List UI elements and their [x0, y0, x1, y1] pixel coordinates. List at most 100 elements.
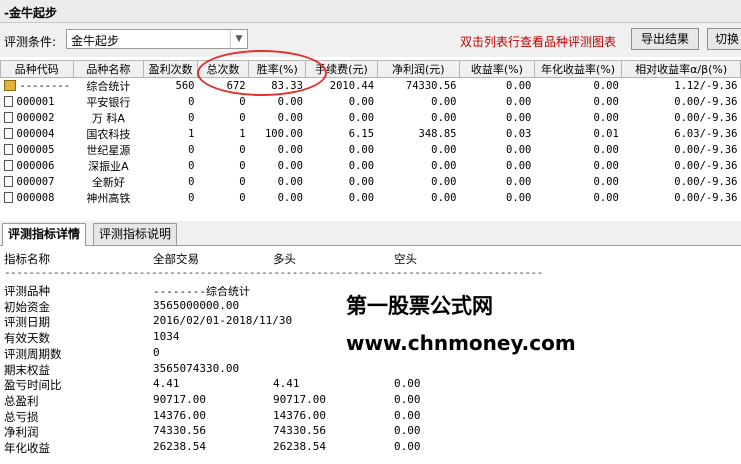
- table-row[interactable]: 000006 深振业A 0 0 0.00 0.00 0.00 0.00 0.00 0.00/-9.…: [1, 158, 741, 174]
- table-cell: 0.00: [506, 112, 532, 124]
- table-cell: 0.00: [277, 160, 303, 172]
- criteria-select-value: 金牛起步: [71, 34, 120, 48]
- column-header[interactable]: 净利润(元): [376, 60, 460, 78]
- criteria-select[interactable]: 金牛起步 ▼: [66, 29, 248, 49]
- table-cell: 100.00: [264, 128, 303, 140]
- table-cell: 2010.44: [329, 80, 375, 92]
- column-header[interactable]: 总次数: [196, 60, 250, 78]
- table-cell: 0.00: [593, 144, 619, 156]
- metric-name: 期末权益: [4, 362, 50, 377]
- table-cell: 0.01: [593, 128, 619, 140]
- table-cell: 0.00: [348, 96, 375, 108]
- table-cell: 0.00: [431, 160, 457, 172]
- metric-value: 74330.56: [153, 424, 206, 438]
- table-cell: 0: [239, 160, 246, 172]
- table-cell: 0.00/-9.36: [674, 96, 738, 108]
- document-icon: [3, 128, 13, 139]
- detail-header-name: 指标名称: [4, 252, 50, 266]
- table-cell: 000001: [1, 94, 74, 110]
- table-cell: 0: [239, 176, 246, 188]
- table-cell: 0.00: [431, 144, 457, 156]
- table-cell: 0.00: [506, 80, 532, 92]
- table-cell: 0.00: [431, 112, 457, 124]
- table-cell: 0.00: [348, 192, 375, 204]
- hint-text: 双击列表行查看品种评测图表: [460, 35, 617, 49]
- metric-name: 评测日期: [4, 315, 50, 330]
- table-cell: 0.00/-9.36: [674, 192, 738, 204]
- metric-value: 0.00: [394, 408, 421, 422]
- table-cell: 000005: [1, 142, 74, 158]
- table-row[interactable]: 000002 万 科A 0 0 0.00 0.00 0.00 0.00 0.00 0.00/-9.…: [1, 110, 741, 126]
- metric-value: 0.00: [394, 377, 421, 391]
- table-cell: 0.00: [431, 176, 457, 188]
- table-cell: 6.03/-9.36: [674, 128, 738, 140]
- tab-indicator-details[interactable]: 评测指标详情: [2, 223, 87, 246]
- table-cell: 0.00: [593, 112, 619, 124]
- switch-button[interactable]: 切换: [707, 28, 741, 50]
- table-row[interactable]: 000005 世纪星源 0 0 0.00 0.00 0.00 0.00 0.00 0.00/-9.…: [1, 142, 741, 158]
- table-row[interactable]: 000001 平安银行 0 0 0.00 0.00 0.00 0.00 0.00 0.00/-9.…: [1, 94, 741, 110]
- table-row[interactable]: 000007 全新好 0 0 0.00 0.00 0.00 0.00 0.00 0.00/-9.3…: [1, 174, 741, 190]
- chevron-down-icon[interactable]: ▼: [230, 30, 247, 48]
- metric-name: 评测品种: [4, 284, 50, 298]
- column-header[interactable]: 品种代码: [0, 60, 74, 78]
- table-row[interactable]: -------- 综合统计 560 672 83.33 2010.44 74330.56 0.…: [1, 78, 741, 95]
- document-icon: [3, 96, 13, 107]
- metric-value: 2016/02/01-2018/11/30: [153, 314, 293, 328]
- metric-value: 4.41: [153, 377, 180, 391]
- table-cell: 0.00: [348, 112, 375, 124]
- detail-header-all: 全部交易: [153, 252, 199, 266]
- table-cell: 0.00: [348, 160, 375, 172]
- column-header[interactable]: 胜率(%): [248, 60, 307, 78]
- export-button[interactable]: 导出结果: [631, 28, 699, 50]
- watermark-url: www.chnmoney.com: [346, 331, 576, 355]
- security-code: 000008: [16, 192, 55, 204]
- metric-value: 0.00: [394, 392, 421, 406]
- table-cell: 世纪星源: [86, 144, 131, 157]
- table-cell: 0: [188, 112, 195, 124]
- table-row[interactable]: 000004 国农科技 1 1 100.00 6.15 348.85 0.03 0.01 6.03…: [1, 126, 741, 142]
- table-cell: 0.00: [348, 144, 375, 156]
- document-icon: [3, 176, 13, 187]
- metric-value: 90717.00: [273, 392, 326, 406]
- detail-header-short: 空头: [394, 252, 417, 266]
- table-cell: 神州高铁: [86, 192, 131, 205]
- table-cell: 0: [188, 192, 195, 204]
- metric-name: 初始资金: [4, 299, 50, 314]
- table-cell: 6.15: [348, 128, 375, 140]
- table-cell: 672: [226, 80, 246, 92]
- column-header[interactable]: 品种名称: [72, 60, 145, 78]
- column-header[interactable]: 年化收益率(%): [533, 60, 623, 78]
- table-cell: 0: [188, 96, 195, 108]
- criteria-label: 评测条件:: [4, 35, 57, 49]
- table-cell: 0.00: [593, 80, 619, 92]
- table-cell: 0.00: [593, 160, 619, 172]
- column-header[interactable]: 盈利次数: [143, 60, 198, 78]
- toolbar: 评测条件: 金牛起步 ▼ 双击列表行查看品种评测图表 导出结果 切换: [0, 23, 741, 57]
- table-cell: 0.00: [506, 144, 532, 156]
- table-cell: 0: [239, 144, 246, 156]
- table-cell: 0.00: [506, 160, 532, 172]
- metric-value: 0.00: [394, 424, 421, 438]
- column-header[interactable]: 手续费(元): [305, 60, 378, 78]
- metric-name: 总亏损: [4, 409, 39, 424]
- table-cell: 万 科A: [91, 112, 125, 125]
- results-table: 品种代码 品种名称 盈利次数 总次数 胜率(%) 手续费(元) 净利润(元) 收…: [0, 60, 741, 216]
- table-cell: 国农科技: [86, 128, 131, 141]
- column-header[interactable]: 相对收益率α/β(%): [621, 60, 741, 78]
- table-cell: 0: [188, 144, 195, 156]
- table-cell: 0.00: [431, 192, 457, 204]
- tab-indicator-description[interactable]: 评测指标说明: [93, 223, 178, 245]
- table-cell: 0.00: [277, 192, 303, 204]
- table-cell: 83.33: [271, 80, 303, 92]
- column-header[interactable]: 收益率(%): [458, 60, 535, 78]
- table-cell: 0.00/-9.36: [674, 112, 738, 124]
- security-code: 000001: [16, 96, 55, 108]
- table-row[interactable]: 000008 神州高铁 0 0 0.00 0.00 0.00 0.00 0.00 0.00/-9.…: [1, 190, 741, 206]
- detail-separator: ----------------------------------------…: [4, 266, 543, 279]
- metric-name: 总盈利: [4, 393, 39, 408]
- table-cell: 0: [188, 176, 195, 188]
- table-cell: 0.00: [593, 176, 619, 188]
- metric-value: --------综合统计: [153, 285, 250, 298]
- security-code: --------: [19, 80, 71, 92]
